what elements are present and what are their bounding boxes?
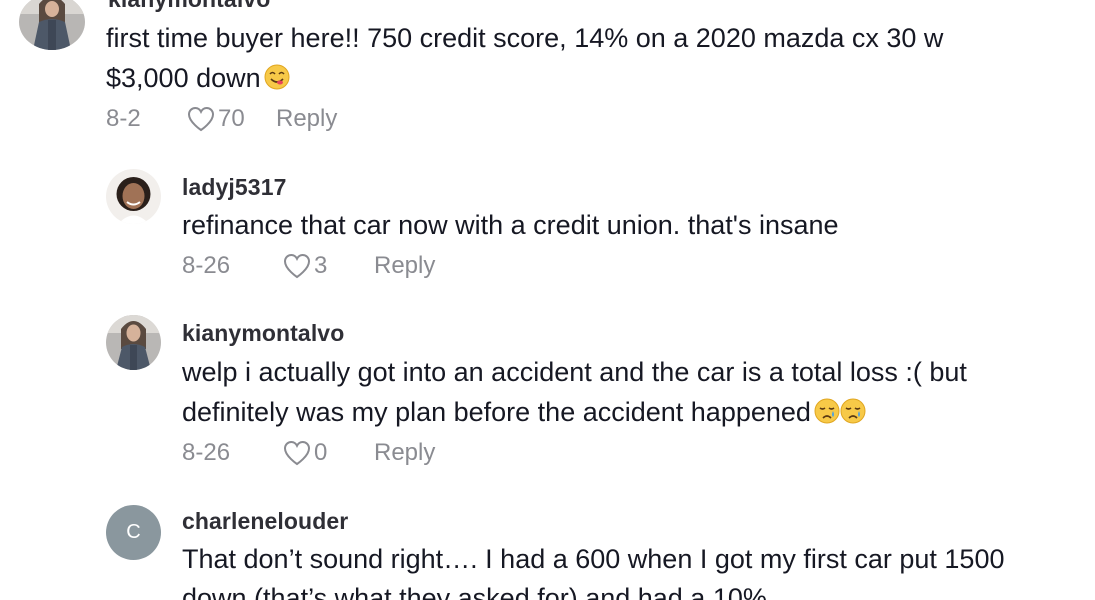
comment-meta: 8-2 70 Reply	[106, 105, 337, 133]
comment-username[interactable]: kianymontalvo	[182, 320, 344, 347]
comment-date: 8-26	[182, 439, 231, 466]
comment-text-line: definitely was my plan before the accide…	[182, 397, 811, 427]
comment-text: first time buyer here!! 750 credit score…	[106, 18, 943, 59]
comment-text: definitely was my plan before the accide…	[182, 392, 866, 433]
avatar[interactable]: C	[106, 505, 161, 560]
reply-button[interactable]: Reply	[374, 439, 435, 467]
heart-outline-icon	[187, 106, 215, 132]
like-button[interactable]: 3	[282, 252, 374, 280]
comment-meta: 8-26 3 Reply	[182, 252, 435, 280]
comment-text: down (that’s what they asked for) and ha…	[182, 578, 767, 600]
user-photo-icon	[19, 0, 85, 50]
comment-text-line: down (that’s what they asked for) and ha…	[182, 583, 767, 600]
comment-text: refinance that car now with a credit uni…	[182, 205, 839, 246]
comment-text-line: $3,000 down	[106, 63, 261, 93]
reply-button[interactable]: Reply	[276, 105, 337, 133]
comment-text: welp i actually got into an accident and…	[182, 352, 967, 393]
like-count: 0	[314, 439, 328, 466]
comments-panel: kianymontalvo first time buyer here!! 75…	[0, 0, 1095, 600]
comment-text-line: first time buyer here!! 750 credit score…	[106, 23, 944, 53]
comment-text-line: welp i actually got into an accident and…	[182, 357, 967, 387]
comment-text: $3,000 down	[106, 58, 290, 99]
like-count: 3	[314, 252, 328, 279]
reply-button[interactable]: Reply	[374, 252, 435, 280]
avatar-letter: C	[126, 521, 141, 543]
like-button[interactable]: 0	[282, 439, 374, 467]
comment-meta: 8-26 0 Reply	[182, 439, 435, 467]
user-photo-icon	[106, 169, 161, 224]
yum-face-emoji	[264, 64, 290, 90]
crying-face-emoji	[840, 398, 866, 424]
heart-outline-icon	[283, 253, 311, 279]
comment-text: That don’t sound right…. I had a 600 whe…	[182, 539, 1004, 580]
comment-username[interactable]: kianymontalvo	[108, 0, 270, 13]
comment-date: 8-2	[106, 105, 141, 132]
like-button[interactable]: 70	[186, 105, 286, 133]
avatar[interactable]	[106, 315, 161, 370]
avatar[interactable]	[106, 169, 161, 224]
user-photo-icon	[106, 315, 161, 370]
like-count: 70	[218, 105, 245, 132]
comment-username[interactable]: charlenelouder	[182, 508, 348, 535]
comment-username[interactable]: ladyj5317	[182, 174, 286, 201]
crying-face-emoji	[814, 398, 840, 424]
comment-date: 8-26	[182, 252, 231, 279]
comment-text-line: That don’t sound right…. I had a 600 whe…	[182, 544, 1005, 574]
avatar[interactable]	[19, 0, 85, 50]
heart-outline-icon	[283, 440, 311, 466]
comment-text-line: refinance that car now with a credit uni…	[182, 210, 839, 240]
